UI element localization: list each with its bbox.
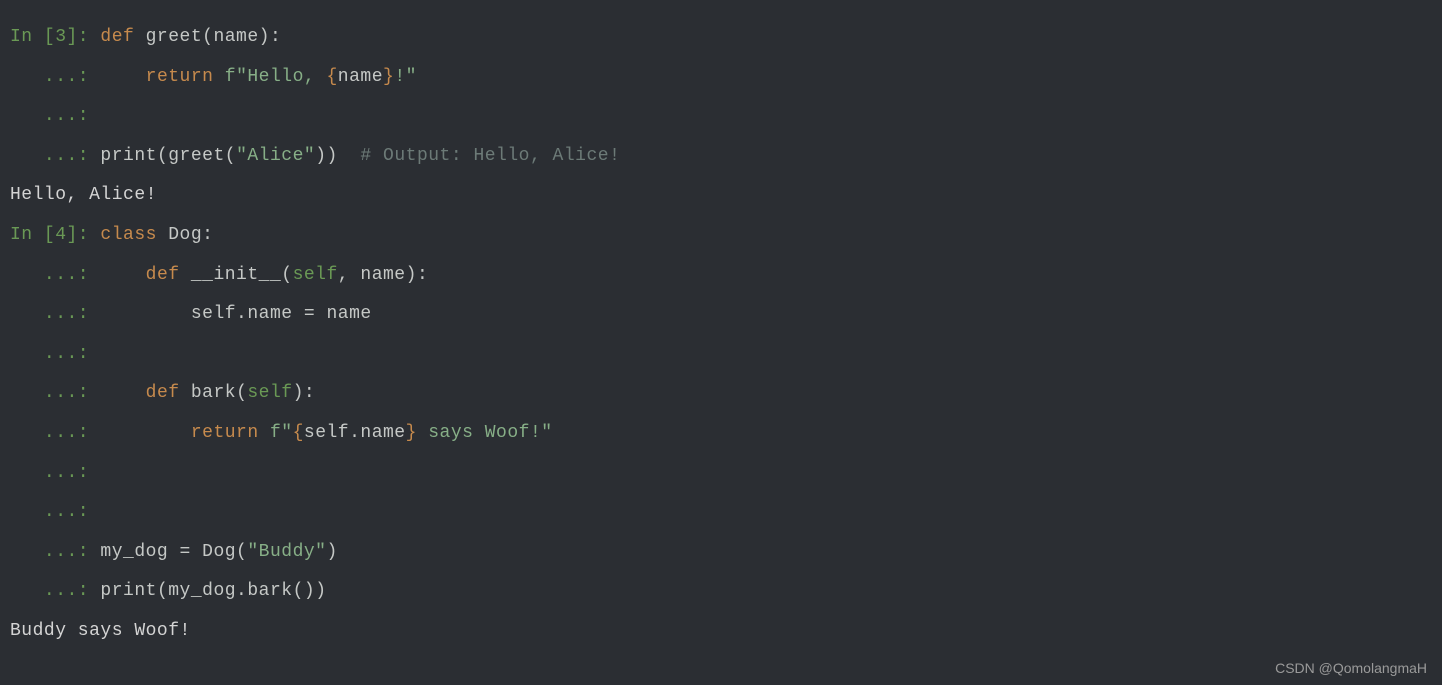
paren: (	[157, 581, 168, 601]
indent	[100, 304, 190, 324]
continuation-prompt: ...:	[10, 146, 100, 166]
code-line: In [4]: class Dog:	[10, 216, 1432, 256]
code: my_dog.bark	[168, 581, 292, 601]
comment: # Output: Hello, Alice!	[338, 146, 621, 166]
indent	[100, 265, 145, 285]
paren: (	[293, 581, 304, 601]
string-literal: "Alice"	[236, 146, 315, 166]
paren: )	[406, 265, 417, 285]
code-line: ...: print(my_dog.bark())	[10, 572, 1432, 612]
keyword-return: return	[191, 423, 259, 443]
space	[213, 67, 224, 87]
colon: :	[202, 225, 213, 245]
output-line: Buddy says Woof!	[10, 612, 1432, 652]
brace: }	[383, 67, 394, 87]
func-name: greet	[134, 27, 202, 47]
continuation-prompt: ...:	[10, 423, 100, 443]
fstring: says Woof!"	[417, 423, 553, 443]
continuation-prompt: ...:	[10, 542, 100, 562]
code-line: ...: print(greet("Alice")) # Output: Hel…	[10, 137, 1432, 177]
func-name: bark	[180, 383, 237, 403]
colon: :	[270, 27, 281, 47]
paren: )	[327, 146, 338, 166]
code-line: ...: def bark(self):	[10, 374, 1432, 414]
code-line: ...:	[10, 335, 1432, 375]
code-line: ...: self.name = name	[10, 295, 1432, 335]
output-line: Hello, Alice!	[10, 176, 1432, 216]
self-param: self	[293, 265, 338, 285]
paren: )	[304, 581, 315, 601]
paren: (	[236, 542, 247, 562]
continuation-prompt: ...:	[10, 106, 100, 126]
code-line: ...: return f"Hello, {name}!"	[10, 58, 1432, 98]
code-line: ...: def __init__(self, name):	[10, 256, 1432, 296]
var: name	[338, 67, 383, 87]
arg: name	[213, 27, 258, 47]
continuation-prompt: ...:	[10, 67, 100, 87]
continuation-prompt: ...:	[10, 383, 100, 403]
fstring: f"Hello,	[225, 67, 327, 87]
comma: ,	[338, 265, 361, 285]
brace: {	[293, 423, 304, 443]
code: my_dog = Dog	[100, 542, 236, 562]
paren: (	[236, 383, 247, 403]
keyword-def: def	[146, 265, 180, 285]
continuation-prompt: ...:	[10, 304, 100, 324]
code-line: ...:	[10, 97, 1432, 137]
indent	[100, 67, 145, 87]
continuation-prompt: ...:	[10, 502, 100, 522]
paren: (	[202, 27, 213, 47]
self-param: self	[247, 383, 292, 403]
paren: )	[326, 542, 337, 562]
keyword-def: def	[146, 383, 180, 403]
code: self.name = name	[191, 304, 372, 324]
keyword-class: class	[100, 225, 157, 245]
colon: :	[304, 383, 315, 403]
continuation-prompt: ...:	[10, 344, 100, 364]
keyword-return: return	[146, 67, 214, 87]
input-prompt: In [3]:	[10, 27, 100, 47]
code-line: In [3]: def greet(name):	[10, 18, 1432, 58]
fstring: !"	[394, 67, 417, 87]
keyword-def: def	[100, 27, 134, 47]
code-line: ...:	[10, 493, 1432, 533]
func-call: print	[100, 146, 157, 166]
indent	[100, 423, 190, 443]
class-name: Dog	[157, 225, 202, 245]
func-call: print	[100, 581, 157, 601]
continuation-prompt: ...:	[10, 463, 100, 483]
brace: {	[326, 67, 337, 87]
paren: )	[315, 146, 326, 166]
paren: (	[281, 265, 292, 285]
fstring: f"	[270, 423, 293, 443]
brace: }	[406, 423, 417, 443]
indent	[100, 383, 145, 403]
paren: )	[315, 581, 326, 601]
func-call: greet	[168, 146, 225, 166]
paren: (	[157, 146, 168, 166]
space	[259, 423, 270, 443]
func-name: __init__	[180, 265, 282, 285]
colon: :	[417, 265, 428, 285]
input-prompt: In [4]:	[10, 225, 100, 245]
continuation-prompt: ...:	[10, 265, 100, 285]
var: self.name	[304, 423, 406, 443]
paren: (	[225, 146, 236, 166]
ipython-terminal[interactable]: In [3]: def greet(name): ...: return f"H…	[10, 18, 1432, 652]
string-literal: "Buddy"	[247, 542, 326, 562]
code-line: ...:	[10, 454, 1432, 494]
code-line: ...: return f"{self.name} says Woof!"	[10, 414, 1432, 454]
paren: )	[259, 27, 270, 47]
code-line: ...: my_dog = Dog("Buddy")	[10, 533, 1432, 573]
continuation-prompt: ...:	[10, 581, 100, 601]
arg: name	[360, 265, 405, 285]
watermark: CSDN @QomolangmaH	[1275, 661, 1427, 675]
paren: )	[293, 383, 304, 403]
